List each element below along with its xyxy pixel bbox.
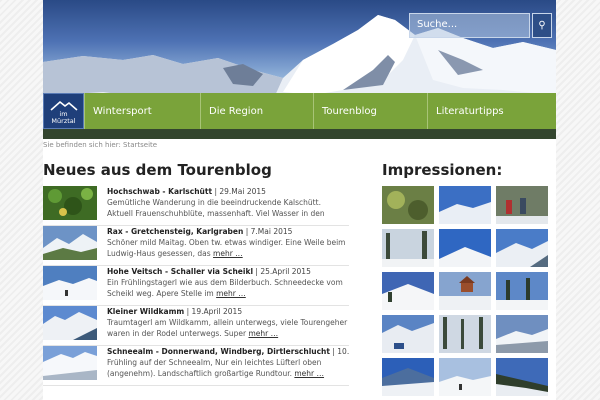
gallery-photo[interactable] (439, 229, 491, 267)
read-more-link[interactable]: mehr … (213, 249, 243, 258)
blog-post: Rax - Gretchensteig, Karlgraben | 7.Mai … (43, 226, 349, 266)
gallery-photo[interactable] (496, 186, 548, 224)
post-title[interactable]: Rax - Gretchensteig, Karlgraben (107, 227, 243, 236)
content-wrapper: Suche... ⚲ im Mürztal Wintersport Die Re… (43, 0, 556, 400)
post-date: 29.Mai 2015 (219, 187, 266, 196)
post-thumbnail[interactable] (43, 186, 97, 220)
main-navigation: im Mürztal Wintersport Die Region Touren… (43, 93, 556, 129)
gallery-photo[interactable] (382, 272, 434, 310)
post-separator: | (243, 227, 251, 236)
page-background: Suche... ⚲ im Mürztal Wintersport Die Re… (0, 0, 600, 400)
nav-item-literaturtipps[interactable]: Literaturtipps (427, 93, 556, 129)
post-date: 7.Mai 2015 (250, 227, 293, 236)
post-excerpt: Frühling auf der Schneealm, Nur ein leic… (107, 358, 322, 378)
post-date: 19.April 2015 (191, 307, 243, 316)
post-separator: | (184, 307, 192, 316)
gallery-photo[interactable] (439, 315, 491, 353)
post-title[interactable]: Hohe Veitsch - Schaller via Scheikl (107, 267, 253, 276)
blog-post-list: Hochschwab - Karlschütt | 29.Mai 2015 Ge… (43, 186, 349, 386)
post-excerpt: Traumtagerl am Wildkamm, allein unterweg… (107, 318, 348, 338)
post-title[interactable]: Schneealm - Donnerwand, Windberg, Dirtle… (107, 347, 330, 356)
post-thumbnail[interactable] (43, 306, 97, 340)
gallery-photo[interactable] (439, 272, 491, 310)
gallery-photo[interactable] (496, 272, 548, 310)
nav-item-wintersport[interactable]: Wintersport (84, 93, 200, 129)
blog-post: Schneealm - Donnerwand, Windberg, Dirtle… (43, 346, 349, 386)
logo-text-muerztal: Mürztal (51, 117, 76, 125)
read-more-link[interactable]: mehr … (216, 289, 246, 298)
gallery-photo[interactable] (439, 186, 491, 224)
gallery-photo[interactable] (496, 358, 548, 396)
post-thumbnail[interactable] (43, 226, 97, 260)
read-more-link[interactable]: mehr … (248, 329, 278, 338)
post-thumbnail[interactable] (43, 266, 97, 300)
nav-item-region[interactable]: Die Region (200, 93, 313, 129)
nav-item-tourenblog[interactable]: Tourenblog (313, 93, 427, 129)
blog-post: Hochschwab - Karlschütt | 29.Mai 2015 Ge… (43, 186, 349, 226)
gallery-photo[interactable] (382, 229, 434, 267)
photo-gallery (382, 186, 552, 396)
post-excerpt: Gemütliche Wanderung in die beeindrucken… (107, 198, 325, 218)
post-date: 10.April 2015 (337, 347, 349, 356)
blog-section-title: Neues aus dem Tourenblog (43, 161, 272, 179)
gallery-photo[interactable] (382, 315, 434, 353)
blog-post: Kleiner Wildkamm | 19.April 2015 Traumta… (43, 306, 349, 346)
gallery-photo[interactable] (382, 186, 434, 224)
post-title[interactable]: Kleiner Wildkamm (107, 307, 184, 316)
gallery-photo[interactable] (496, 229, 548, 267)
search-button[interactable]: ⚲ (532, 13, 552, 38)
gallery-photo[interactable] (439, 358, 491, 396)
search-icon: ⚲ (538, 20, 546, 31)
read-more-link[interactable]: mehr … (294, 369, 324, 378)
blog-post: Hohe Veitsch - Schaller via Scheikl | 25… (43, 266, 349, 306)
breadcrumb: Sie befinden sich hier: Startseite (43, 141, 158, 149)
post-date: 25.April 2015 (260, 267, 311, 276)
post-title[interactable]: Hochschwab - Karlschütt (107, 187, 212, 196)
post-thumbnail[interactable] (43, 346, 97, 380)
search-input[interactable]: Suche... (409, 13, 530, 38)
site-logo[interactable]: im Mürztal (43, 93, 84, 129)
gallery-photo[interactable] (382, 358, 434, 396)
gallery-photo[interactable] (496, 315, 548, 353)
impressions-title: Impressionen: (382, 161, 503, 179)
